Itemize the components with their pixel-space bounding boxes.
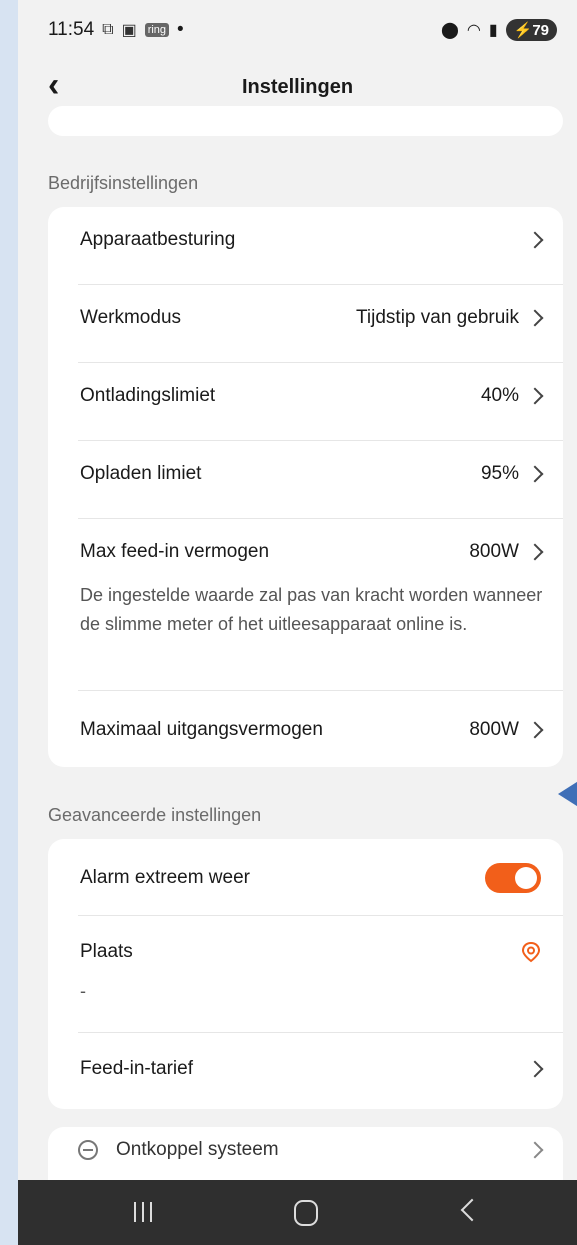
setting-value: 800W xyxy=(469,541,544,563)
setting-row-place[interactable]: Plaats xyxy=(80,941,541,963)
chevron-right-icon xyxy=(526,543,544,561)
setting-row-charge-limit[interactable]: Opladen limiet 95% xyxy=(80,463,544,485)
setting-value: Tijdstip van gebruik xyxy=(356,307,544,329)
status-left: 11:54 ⧉ ▣ ring • xyxy=(48,19,184,41)
toggle-knob xyxy=(515,867,537,889)
setting-label: Opladen limiet xyxy=(80,463,202,484)
divider xyxy=(78,518,563,519)
company-settings-card: Apparaatbesturing Werkmodus Tijdstip van… xyxy=(48,207,563,767)
disconnect-label-group: Ontkoppel systeem xyxy=(78,1139,279,1161)
setting-label: Apparaatbesturing xyxy=(80,229,236,250)
max-feed-in-note: De ingestelde waarde zal pas van kracht … xyxy=(80,585,543,634)
home-button[interactable] xyxy=(294,1200,318,1226)
annotation-arrow xyxy=(558,780,577,808)
setting-row-max-output[interactable]: Maximaal uitgangsvermogen 800W xyxy=(80,719,544,741)
chevron-right-icon xyxy=(526,465,544,483)
chevron-right-icon xyxy=(526,387,544,405)
cast-icon: ▣ xyxy=(121,22,137,39)
divider xyxy=(78,284,563,285)
status-bar: 11:54 ⧉ ▣ ring • ⬤ ◠ ▮ ⚡79 xyxy=(18,0,577,60)
previous-card xyxy=(48,106,563,136)
setting-row-work-mode[interactable]: Werkmodus Tijdstip van gebruik xyxy=(80,307,544,329)
status-time: 11:54 xyxy=(48,19,95,40)
setting-value: 95% xyxy=(480,463,544,485)
page-title: Instellingen xyxy=(241,76,354,98)
advanced-settings-card: Alarm extreem weer Plaats - Feed-in-tari… xyxy=(48,839,563,1109)
section-label-company: Bedrijfsinstellingen xyxy=(48,173,199,193)
setting-label: Werkmodus xyxy=(80,307,182,328)
setting-row-max-feed-in[interactable]: Max feed-in vermogen 800W xyxy=(80,541,544,563)
recent-apps-button[interactable] xyxy=(131,1202,155,1222)
minus-circle-icon xyxy=(78,1140,98,1160)
back-button[interactable] xyxy=(460,1198,484,1222)
setting-row-feed-in-tariff[interactable]: Feed-in-tarief xyxy=(80,1058,544,1080)
setting-label: Alarm extreem weer xyxy=(80,867,250,888)
divider xyxy=(78,440,563,441)
max-feed-in-value: 800W xyxy=(469,541,519,562)
setting-row-discharge-limit[interactable]: Ontladingslimiet 40% xyxy=(80,385,544,407)
setting-value: 800W xyxy=(469,719,544,741)
chevron-left-icon[interactable]: ‹ xyxy=(48,68,59,102)
setting-label: Feed-in-tarief xyxy=(80,1058,193,1079)
ring-app-icon: ring xyxy=(144,23,170,37)
location-pin-icon[interactable] xyxy=(521,941,541,963)
setting-label: Plaats xyxy=(80,941,133,962)
divider xyxy=(78,1032,563,1033)
setting-value: 40% xyxy=(480,385,544,407)
setting-value xyxy=(526,231,544,249)
max-output-value: 800W xyxy=(469,719,519,740)
divider xyxy=(78,915,563,916)
setting-label: Ontladingslimiet xyxy=(80,385,216,406)
battery-indicator: ⚡79 xyxy=(505,19,557,41)
setting-row-extreme-weather-alarm: Alarm extreem weer xyxy=(80,863,541,893)
phone-screen: 11:54 ⧉ ▣ ring • ⬤ ◠ ▮ ⚡79 ‹ Instellinge… xyxy=(18,0,577,1245)
battery-level: 79 xyxy=(532,22,549,39)
setting-label: Maximaal uitgangsvermogen xyxy=(80,719,323,740)
setting-row-device-control[interactable]: Apparaatbesturing xyxy=(80,229,544,251)
wifi-icon: ◠ xyxy=(466,22,481,39)
notification-dot: • xyxy=(177,19,184,40)
divider xyxy=(78,690,563,691)
chevron-right-icon xyxy=(526,309,544,327)
work-mode-value: Tijdstip van gebruik xyxy=(356,307,519,328)
setting-label: Max feed-in vermogen xyxy=(80,541,270,562)
chevron-right-icon xyxy=(526,1060,544,1078)
location-icon: ⬤ xyxy=(440,22,459,39)
chevron-right-icon xyxy=(526,231,544,249)
discharge-limit-value: 40% xyxy=(480,385,519,406)
chevron-right-icon xyxy=(526,1141,544,1159)
signal-icon: ▮ xyxy=(488,22,498,39)
place-value: - xyxy=(80,981,86,1001)
divider xyxy=(78,362,563,363)
section-label-advanced: Geavanceerde instellingen xyxy=(48,805,262,825)
extreme-weather-toggle[interactable] xyxy=(485,863,541,893)
disconnect-system-row[interactable]: Ontkoppel systeem xyxy=(78,1139,544,1161)
status-right: ⬤ ◠ ▮ ⚡79 xyxy=(441,19,557,41)
android-nav-bar xyxy=(18,1180,577,1245)
disconnect-label: Ontkoppel systeem xyxy=(116,1139,279,1160)
setting-value xyxy=(526,1060,544,1078)
charge-limit-value: 95% xyxy=(480,463,519,484)
chevron-right-icon xyxy=(526,721,544,739)
screenshot-icon: ⧉ xyxy=(102,21,114,38)
